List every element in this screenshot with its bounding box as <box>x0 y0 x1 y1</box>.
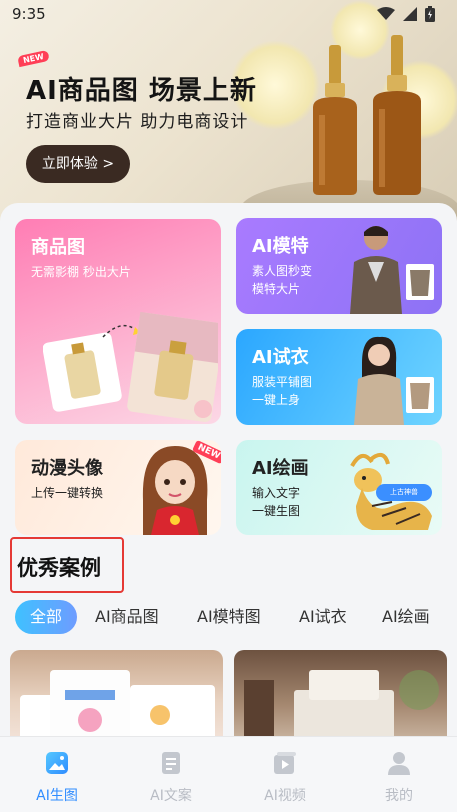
case-preview-image <box>20 670 215 750</box>
nav-label: AI生图 <box>36 788 78 804</box>
banner-title: AI商品图 场景上新 <box>26 76 257 106</box>
ai-model-card[interactable]: AI模特 素人图秒变 模特大片 <box>236 218 442 314</box>
bottom-nav: AI生图 AI文案 AI视频 我的 <box>0 736 457 812</box>
status-time: 9:35 <box>12 5 46 23</box>
case-preview-card[interactable] <box>234 650 447 750</box>
battery-icon <box>425 6 435 22</box>
banner-subtitle: 打造商业大片 助力电商设计 <box>26 112 249 132</box>
card-desc: 素人图秒变 模特大片 <box>252 264 313 296</box>
card-title: 动漫头像 <box>31 458 103 479</box>
nav-ai-image[interactable]: AI生图 <box>0 737 114 812</box>
card-desc: 输入文字 一键生图 <box>252 486 301 518</box>
status-bar: 9:35 <box>0 0 457 32</box>
tab-ai-model-image[interactable]: AI模特图 <box>197 600 261 634</box>
image-icon <box>46 752 68 774</box>
model-man-illustration <box>350 226 434 314</box>
case-category-tabs: 全部 AI商品图 AI模特图 AI试衣 AI绘画 <box>15 600 457 634</box>
anime-avatar-card[interactable]: 动漫头像 上传一键转换 NEW <box>15 440 221 535</box>
document-icon <box>162 752 180 774</box>
card-desc: 上传一键转换 <box>31 486 104 500</box>
nav-label: AI文案 <box>150 788 192 804</box>
hero-banner[interactable]: NEW AI商品图 场景上新 打造商业大片 助力电商设计 立即体验 > <box>0 0 457 230</box>
model-woman-illustration <box>354 336 434 425</box>
try-now-button[interactable]: 立即体验 > <box>26 145 130 183</box>
ai-try-on-card[interactable]: AI试衣 服装平铺图 一键上身 <box>236 329 442 425</box>
nav-profile[interactable]: 我的 <box>342 737 456 812</box>
new-badge: NEW <box>17 49 50 68</box>
tab-ai-try-on[interactable]: AI试衣 <box>299 600 347 634</box>
tab-ai-painting[interactable]: AI绘画 <box>382 600 430 634</box>
serum-bottle-image <box>313 45 357 195</box>
signal-icon <box>403 7 417 21</box>
nav-label: 我的 <box>385 788 413 804</box>
card-desc: 无需影棚 秒出大片 <box>31 265 131 279</box>
nav-ai-copywriting[interactable]: AI文案 <box>114 737 228 812</box>
user-icon <box>388 752 410 775</box>
style-tag: 上古神兽 <box>376 484 432 501</box>
ai-painting-card[interactable]: AI绘画 输入文字 一键生图 上古神兽 <box>236 440 442 535</box>
tab-all[interactable]: 全部 <box>15 600 77 634</box>
product-image-card[interactable]: 商品图 无需影棚 秒出大片 <box>15 219 221 424</box>
card-title: 商品图 <box>31 237 85 258</box>
nav-label: AI视频 <box>264 788 306 804</box>
card-title: AI试衣 <box>252 347 309 368</box>
nav-ai-video[interactable]: AI视频 <box>228 737 342 812</box>
card-desc: 服装平铺图 一键上身 <box>252 375 313 407</box>
card-title: AI模特 <box>252 236 309 257</box>
featured-cases-heading: 优秀案例 <box>10 537 124 593</box>
video-icon <box>274 752 296 774</box>
serum-bottle-image <box>373 35 421 195</box>
section-title: 优秀案例 <box>17 556 101 580</box>
wifi-icon <box>377 7 395 20</box>
case-preview-image <box>244 670 439 750</box>
case-preview-card[interactable] <box>10 650 223 750</box>
status-icons <box>377 6 435 22</box>
tab-ai-product-image[interactable]: AI商品图 <box>95 600 159 634</box>
card-title: AI绘画 <box>252 458 309 479</box>
product-photo-illustration <box>43 311 218 422</box>
